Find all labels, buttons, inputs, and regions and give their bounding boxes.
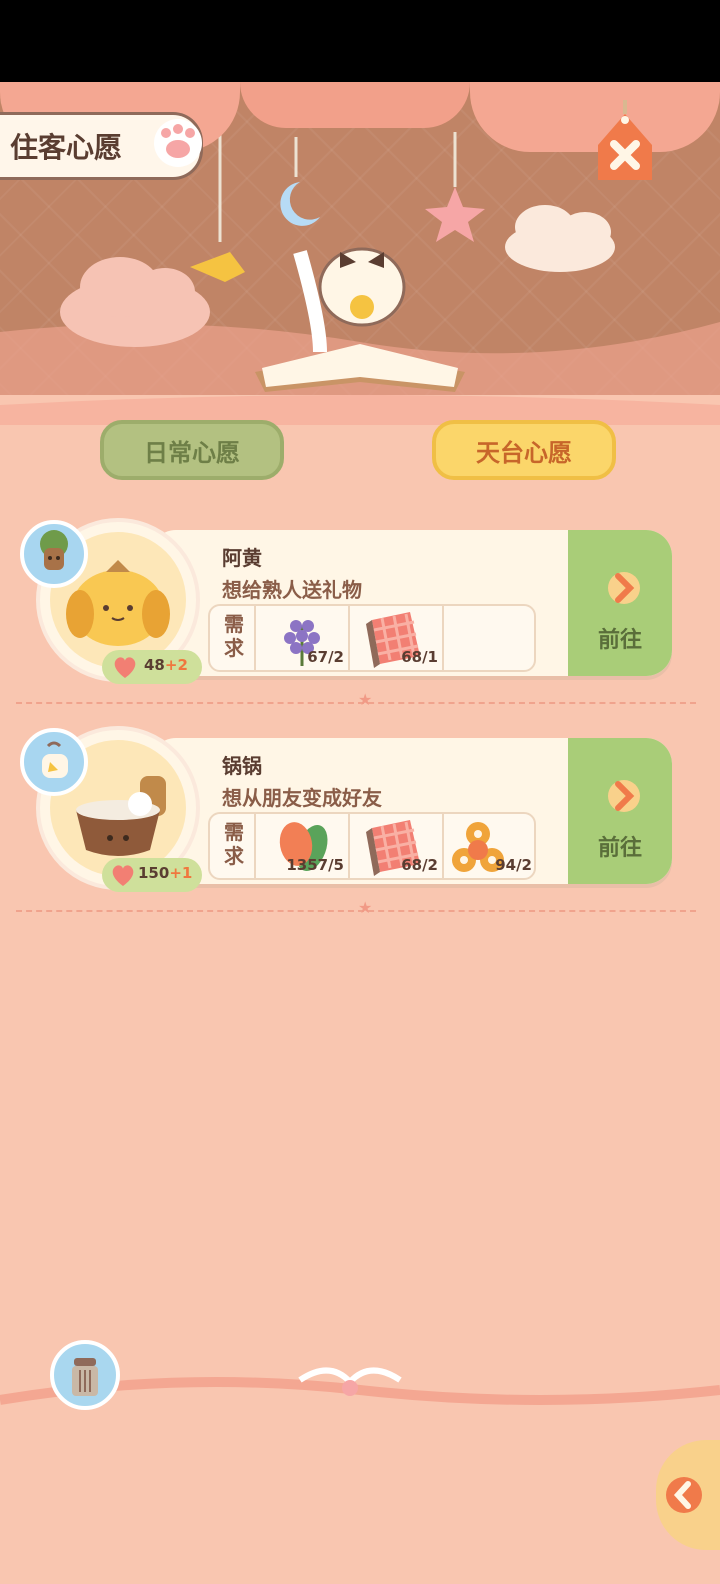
heart-icon [114,657,136,678]
requirement-count: 68/1 [401,648,438,666]
requirement-item[interactable]: 1357/5 [256,814,348,878]
requirement-count: 1357/5 [286,856,344,874]
requirement-item[interactable]: 68/2 [350,814,442,878]
affection-counter: 48+2 [102,650,202,684]
arrow-right-icon [608,780,640,812]
back-button[interactable] [656,1440,720,1550]
cloud-right-icon [505,205,615,272]
requirement-count: 67/2 [307,648,344,666]
trash-icon [72,1358,98,1396]
wish-card: 锅锅 想从朋友变成好友 需求 1357/5 68/2 94/2 前往 [150,738,672,884]
requirement-count: 68/2 [401,856,438,874]
requirement-count: 94/2 [495,856,532,874]
affection-value: 48+2 [144,656,188,674]
page-title: 住客心愿 [10,131,123,164]
requirement-item[interactable]: 67/2 [256,606,348,670]
requirement-item[interactable]: 94/2 [444,814,536,878]
tab-rooftop-wishes[interactable]: 天台心愿 [432,420,616,480]
requirements-box: 需求 1357/5 68/2 94/2 [208,812,536,880]
lace-trim [0,395,720,425]
wish-card: 阿黄 想给熟人送礼物 需求 67/2 68/1 前往 [150,530,672,676]
trash-button[interactable] [50,1340,120,1410]
close-button[interactable] [590,100,660,186]
heart-icon [112,865,134,886]
book-with-cat-icon [255,247,465,392]
tab-daily-wishes[interactable]: 日常心愿 [100,420,284,480]
goto-button[interactable]: 前往 [568,530,672,676]
divider-star-icon: ★ [358,690,373,709]
tab-daily-label: 日常心愿 [144,438,240,467]
status-bar [0,0,720,82]
row-divider [16,910,696,912]
star-icon [425,187,485,242]
tab-rooftop-label: 天台心愿 [476,438,572,467]
requirement-item[interactable]: 68/1 [350,606,442,670]
arrow-left-icon [666,1477,702,1513]
close-icon [598,100,652,180]
goto-button[interactable]: 前往 [568,738,672,884]
arrow-right-icon [608,572,640,604]
affection-counter: 150+1 [102,858,202,892]
cloud-left-icon [60,257,210,347]
requirements-label: 需求 [224,612,244,660]
goto-label: 前往 [597,628,642,653]
requirements-box: 需求 67/2 68/1 [208,604,536,672]
curtain-middle [240,82,470,128]
chick-icon [42,741,68,778]
paw-icon [154,119,202,167]
goto-label: 前往 [597,836,642,861]
row-divider [16,702,696,704]
wish-text: 想给熟人送礼物 [222,578,362,602]
moon-icon [280,182,320,226]
affection-value: 150+1 [138,864,193,882]
wish-text: 想从朋友变成好友 [222,786,382,810]
tree-stump-icon [40,530,68,570]
resident-type-badge [20,728,88,796]
resident-name: 阿黄 [222,546,262,570]
resident-name: 锅锅 [222,754,262,778]
resident-type-badge [20,520,88,588]
req-divider [442,606,444,670]
requirements-label: 需求 [224,820,244,868]
bird-icon [190,252,245,282]
divider-star-icon: ★ [358,898,373,917]
